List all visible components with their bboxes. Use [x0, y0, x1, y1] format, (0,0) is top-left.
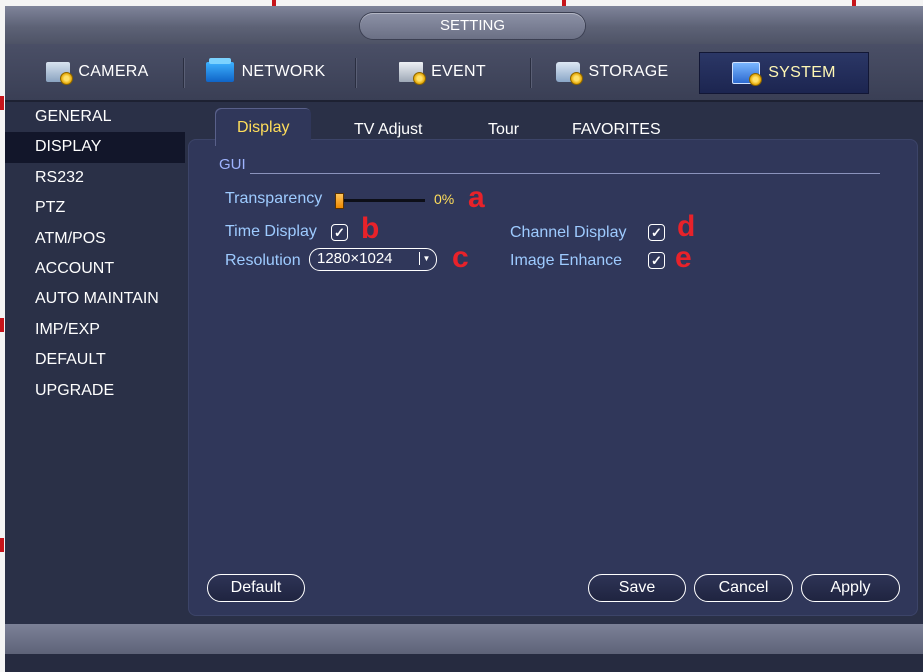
tab-network[interactable]: NETWORK — [183, 52, 348, 92]
tab-camera-label: CAMERA — [78, 63, 149, 80]
tab-camera[interactable]: CAMERA — [15, 52, 180, 92]
sidebar-item-default[interactable]: DEFAULT — [5, 345, 185, 375]
resolution-value: 1280×1024 — [317, 250, 393, 267]
sidebar-item-atm-pos[interactable]: ATM/POS — [5, 224, 185, 254]
gui-divider — [250, 173, 880, 174]
save-button[interactable]: Save — [588, 574, 686, 602]
content-panel — [188, 139, 918, 616]
sidebar-item-general[interactable]: GENERAL — [5, 102, 185, 132]
sidebar-item-imp-exp[interactable]: IMP/EXP — [5, 315, 185, 345]
checkmark-icon: ✓ — [651, 225, 662, 240]
default-button[interactable]: Default — [207, 574, 305, 602]
tab-event[interactable]: EVENT — [360, 52, 525, 92]
system-icon — [732, 62, 763, 86]
tab-event-label: EVENT — [431, 63, 486, 80]
window-title: SETTING — [360, 13, 585, 39]
time-display-label: Time Display — [225, 223, 317, 240]
sidebar-item-upgrade[interactable]: UPGRADE — [5, 376, 185, 406]
checkmark-icon: ✓ — [334, 225, 345, 240]
tab-storage[interactable]: STORAGE — [530, 52, 695, 92]
time-display-checkbox[interactable]: ✓ — [331, 224, 348, 241]
edge-mark — [0, 318, 4, 332]
sidebar-item-rs232[interactable]: RS232 — [5, 163, 185, 193]
tab-system[interactable]: SYSTEM — [699, 52, 869, 94]
storage-icon — [556, 62, 584, 85]
camera-settings-icon — [46, 62, 74, 85]
sidebar-item-display[interactable]: DISPLAY — [5, 132, 185, 163]
sidebar: GENERAL DISPLAY RS232 PTZ ATM/POS ACCOUN… — [5, 102, 185, 622]
tab-separator — [355, 58, 356, 88]
edge-mark — [0, 538, 4, 552]
annotation-b: b — [361, 212, 380, 245]
title-bar: SETTING — [5, 6, 923, 44]
network-icon — [205, 58, 234, 82]
annotation-c: c — [452, 241, 469, 274]
apply-button[interactable]: Apply — [801, 574, 900, 602]
tab-system-label: SYSTEM — [768, 64, 836, 81]
sidebar-item-ptz[interactable]: PTZ — [5, 193, 185, 223]
annotation-d: d — [677, 210, 696, 243]
event-icon — [399, 62, 427, 85]
tab-storage-label: STORAGE — [588, 63, 669, 80]
sidebar-item-account[interactable]: ACCOUNT — [5, 254, 185, 284]
resolution-label: Resolution — [225, 252, 301, 269]
annotation-e: e — [675, 241, 692, 274]
subtab-favorites[interactable]: FAVORITES — [572, 113, 661, 145]
image-enhance-checkbox[interactable]: ✓ — [648, 252, 665, 269]
image-enhance-label: Image Enhance — [510, 252, 623, 269]
sidebar-item-auto-maintain[interactable]: AUTO MAINTAIN — [5, 284, 185, 314]
subtab-display[interactable]: Display — [215, 108, 312, 146]
dropdown-arrow-icon: ▼ — [419, 252, 433, 265]
transparency-slider[interactable] — [336, 199, 425, 202]
transparency-value: 0% — [434, 191, 455, 207]
gui-section-label: GUI — [219, 156, 246, 173]
checkmark-icon: ✓ — [651, 253, 662, 268]
edge-mark — [0, 96, 4, 110]
transparency-label: Transparency — [225, 190, 323, 207]
channel-display-checkbox[interactable]: ✓ — [648, 224, 665, 241]
annotation-a: a — [468, 181, 485, 214]
subtab-tour[interactable]: Tour — [488, 113, 519, 145]
channel-display-label: Channel Display — [510, 224, 627, 241]
main-tab-bar: CAMERA NETWORK EVENT STORAGE SYSTEM — [5, 44, 923, 102]
cancel-button[interactable]: Cancel — [694, 574, 793, 602]
subtab-tv-adjust[interactable]: TV Adjust — [354, 113, 422, 145]
transparency-slider-thumb[interactable] — [335, 193, 344, 209]
settings-window: SETTING CAMERA NETWORK EVENT STORAGE SYS… — [5, 6, 923, 672]
tab-network-label: NETWORK — [241, 63, 326, 80]
resolution-select[interactable]: 1280×1024 ▼ — [309, 248, 437, 271]
